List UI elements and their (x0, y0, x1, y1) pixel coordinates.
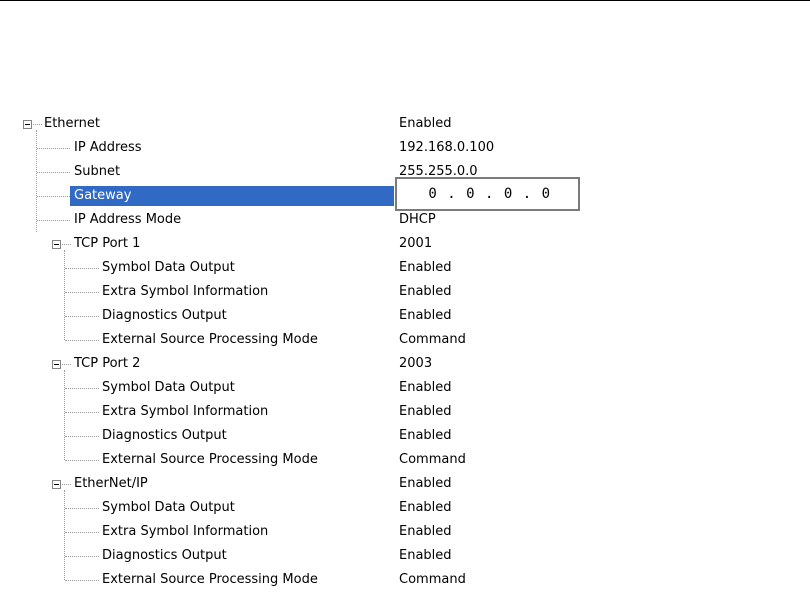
tree-label: Extra Symbol Information (102, 284, 269, 299)
tree-label: Diagnostics Output (102, 428, 227, 443)
tree-label: IP Address (74, 140, 142, 155)
tree-value: Enabled (399, 500, 452, 515)
collapse-minus-icon[interactable] (23, 120, 32, 129)
tree-label: Diagnostics Output (102, 308, 227, 323)
tree-row-extra-symbol-information[interactable]: Extra Symbol Information Enabled (0, 280, 810, 304)
tree-value: Enabled (399, 548, 452, 563)
tree-row-symbol-data-output[interactable]: Symbol Data Output Enabled (0, 496, 810, 520)
tree-value: Enabled (399, 260, 452, 275)
tree-label: Symbol Data Output (102, 500, 235, 515)
tree-label: External Source Processing Mode (102, 332, 318, 347)
tree-label: Extra Symbol Information (102, 404, 269, 419)
tree-row-symbol-data-output[interactable]: Symbol Data Output Enabled (0, 256, 810, 280)
tree-row-external-source-processing-mode[interactable]: External Source Processing Mode Command (0, 328, 810, 352)
tree-row-tcp-port-1[interactable]: TCP Port 1 2001 (0, 232, 810, 256)
tree-label: Ethernet (44, 116, 100, 131)
tree-label: TCP Port 1 (74, 236, 141, 251)
collapse-minus-icon[interactable] (52, 480, 61, 489)
tree-label: TCP Port 2 (74, 356, 141, 371)
tree-value: Enabled (399, 428, 452, 443)
tree-row-diagnostics-output[interactable]: Diagnostics Output Enabled (0, 544, 810, 568)
tree-label: Extra Symbol Information (102, 524, 269, 539)
tree-value: Command (399, 572, 466, 587)
tree-row-extra-symbol-information[interactable]: Extra Symbol Information Enabled (0, 520, 810, 544)
tree-row-external-source-processing-mode[interactable]: External Source Processing Mode Command (0, 448, 810, 472)
tree-row-external-source-processing-mode[interactable]: External Source Processing Mode Command (0, 568, 810, 592)
tree-value: 2003 (399, 356, 433, 371)
tree-row-ethernet[interactable]: Ethernet Enabled (0, 112, 810, 136)
tree-value: Enabled (399, 116, 452, 131)
tree-value: 192.168.0.100 (399, 140, 495, 155)
tree-value: Enabled (399, 404, 452, 419)
tree-row-ip-address-mode[interactable]: IP Address Mode DHCP (0, 208, 810, 232)
tree-value: Enabled (399, 308, 452, 323)
top-border (0, 0, 810, 1)
tree-label: IP Address Mode (74, 212, 182, 227)
tree-value: Enabled (399, 284, 452, 299)
tree-label: External Source Processing Mode (102, 452, 318, 467)
tree-value: Command (399, 452, 466, 467)
tree-row-diagnostics-output[interactable]: Diagnostics Output Enabled (0, 424, 810, 448)
collapse-minus-icon[interactable] (52, 240, 61, 249)
tree-row-symbol-data-output[interactable]: Symbol Data Output Enabled (0, 376, 810, 400)
collapse-minus-icon[interactable] (52, 360, 61, 369)
tree-label: Symbol Data Output (102, 260, 235, 275)
tree-value: 2001 (399, 236, 433, 251)
tree-label: Diagnostics Output (102, 548, 227, 563)
tree-value: Enabled (399, 524, 452, 539)
tree-label: Subnet (74, 164, 121, 179)
tree-row-diagnostics-output[interactable]: Diagnostics Output Enabled (0, 304, 810, 328)
tree-label: Symbol Data Output (102, 380, 235, 395)
tree-value: DHCP (399, 212, 436, 227)
tree-row-extra-symbol-information[interactable]: Extra Symbol Information Enabled (0, 400, 810, 424)
tree-value: Enabled (399, 380, 452, 395)
tree-label: External Source Processing Mode (102, 572, 318, 587)
gateway-ip-input[interactable]: 0 . 0 . 0 . 0 (395, 177, 580, 211)
tree-row-tcp-port-2[interactable]: TCP Port 2 2003 (0, 352, 810, 376)
tree-label: Gateway (74, 188, 132, 203)
tree-row-ethernet-ip[interactable]: EtherNet/IP Enabled (0, 472, 810, 496)
tree-value: Enabled (399, 476, 452, 491)
tree-label: EtherNet/IP (74, 476, 148, 491)
tree-value: Command (399, 332, 466, 347)
tree-row-ip-address[interactable]: IP Address 192.168.0.100 (0, 136, 810, 160)
